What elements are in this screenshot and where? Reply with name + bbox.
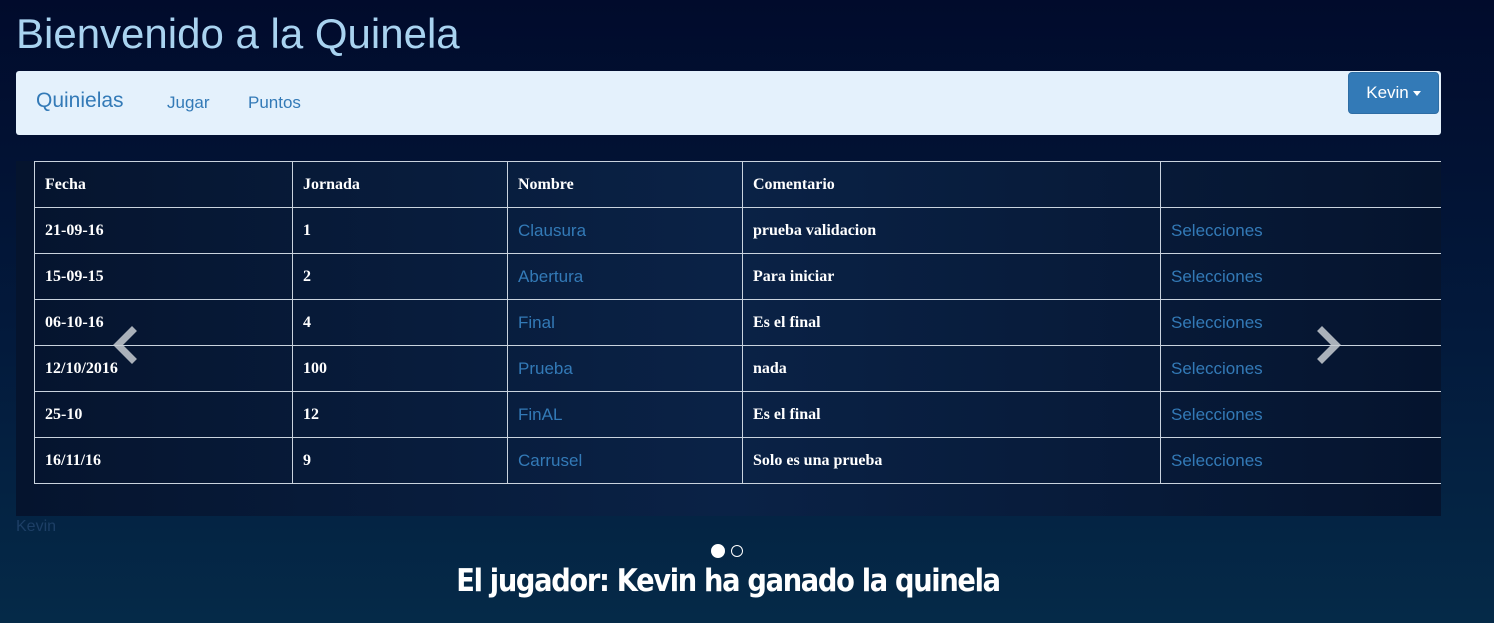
quinielas-table: Fecha Jornada Nombre Comentario 21-09-16… bbox=[34, 161, 1441, 484]
cell-comentario: Solo es una prueba bbox=[742, 437, 1161, 484]
cell-nombre: FinAL bbox=[507, 391, 743, 438]
cell-accion: Selecciones bbox=[1160, 299, 1441, 346]
cell-jornada: 1 bbox=[292, 207, 508, 254]
column-header-jornada: Jornada bbox=[292, 161, 508, 208]
quiniela-name-link[interactable]: Abertura bbox=[518, 267, 583, 286]
carousel-caption-user: Kevin bbox=[16, 518, 57, 535]
chevron-left-icon[interactable] bbox=[110, 326, 140, 364]
cell-fecha: 21-09-16 bbox=[34, 207, 293, 254]
caret-down-icon bbox=[1412, 91, 1421, 97]
cell-fecha: 15-09-15 bbox=[34, 253, 293, 300]
quiniela-name-link[interactable]: Prueba bbox=[518, 359, 573, 378]
cell-accion: Selecciones bbox=[1160, 437, 1441, 484]
cell-fecha: 12/10/2016 bbox=[34, 345, 293, 392]
navbar: Quinielas Jugar Puntos Kevin bbox=[16, 71, 1441, 135]
cell-accion: Selecciones bbox=[1160, 253, 1441, 300]
cell-nombre: Prueba bbox=[507, 345, 743, 392]
cell-jornada: 9 bbox=[292, 437, 508, 484]
cell-fecha: 06-10-16 bbox=[34, 299, 293, 346]
chevron-right-icon[interactable] bbox=[1314, 326, 1344, 364]
selecciones-link[interactable]: Selecciones bbox=[1171, 313, 1263, 332]
cell-nombre: Clausura bbox=[507, 207, 743, 254]
quiniela-name-link[interactable]: FinAL bbox=[518, 405, 562, 424]
column-header-nombre: Nombre bbox=[507, 161, 743, 208]
carousel-indicator-2[interactable] bbox=[731, 545, 743, 557]
cell-jornada: 4 bbox=[292, 299, 508, 346]
cell-accion: Selecciones bbox=[1160, 345, 1441, 392]
cell-nombre: Carrusel bbox=[507, 437, 743, 484]
cell-comentario: Para iniciar bbox=[742, 253, 1161, 300]
table-row: 21-09-16 1 Clausura prueba validacion Se… bbox=[34, 207, 1441, 254]
table-row: 06-10-16 4 Final Es el final Selecciones bbox=[34, 299, 1441, 346]
cell-nombre: Final bbox=[507, 299, 743, 346]
quiniela-name-link[interactable]: Clausura bbox=[518, 221, 586, 240]
selecciones-link[interactable]: Selecciones bbox=[1171, 267, 1263, 286]
cell-comentario: Es el final bbox=[742, 299, 1161, 346]
column-header-acciones bbox=[1160, 161, 1441, 208]
table-row: 16/11/16 9 Carrusel Solo es una prueba S… bbox=[34, 437, 1441, 484]
cell-accion: Selecciones bbox=[1160, 391, 1441, 438]
table-row: 15-09-15 2 Abertura Para iniciar Selecci… bbox=[34, 253, 1441, 300]
selecciones-link[interactable]: Selecciones bbox=[1171, 405, 1263, 424]
cell-jornada: 2 bbox=[292, 253, 508, 300]
cell-comentario: Es el final bbox=[742, 391, 1161, 438]
column-header-comentario: Comentario bbox=[742, 161, 1161, 208]
cell-comentario: prueba validacion bbox=[742, 207, 1161, 254]
selecciones-link[interactable]: Selecciones bbox=[1171, 451, 1263, 470]
cell-nombre: Abertura bbox=[507, 253, 743, 300]
cell-comentario: nada bbox=[742, 345, 1161, 392]
carousel-indicators bbox=[710, 544, 750, 560]
selecciones-link[interactable]: Selecciones bbox=[1171, 359, 1263, 378]
cell-jornada: 100 bbox=[292, 345, 508, 392]
cell-jornada: 12 bbox=[292, 391, 508, 438]
nav-link-jugar[interactable]: Jugar bbox=[167, 93, 210, 113]
selecciones-link[interactable]: Selecciones bbox=[1171, 221, 1263, 240]
cell-fecha: 16/11/16 bbox=[34, 437, 293, 484]
user-dropdown-label: Kevin bbox=[1366, 83, 1409, 102]
quiniela-name-link[interactable]: Carrusel bbox=[518, 451, 582, 470]
nav-link-puntos[interactable]: Puntos bbox=[248, 93, 301, 113]
table-row: 25-10 12 FinAL Es el final Selecciones bbox=[34, 391, 1441, 438]
table-row: 12/10/2016 100 Prueba nada Selecciones bbox=[34, 345, 1441, 392]
column-header-fecha: Fecha bbox=[34, 161, 293, 208]
carousel: Fecha Jornada Nombre Comentario 21-09-16… bbox=[16, 161, 1441, 516]
brand-link[interactable]: Quinielas bbox=[36, 89, 124, 113]
winner-announcement: El jugador: Kevin ha ganado la quinela bbox=[456, 563, 1001, 599]
user-dropdown-button[interactable]: Kevin bbox=[1348, 72, 1439, 114]
cell-fecha: 25-10 bbox=[34, 391, 293, 438]
page-title: Bienvenido a la Quinela bbox=[16, 10, 460, 57]
quiniela-name-link[interactable]: Final bbox=[518, 313, 555, 332]
cell-accion: Selecciones bbox=[1160, 207, 1441, 254]
table-header-row: Fecha Jornada Nombre Comentario bbox=[34, 161, 1441, 208]
carousel-indicator-1-active[interactable] bbox=[711, 544, 725, 558]
